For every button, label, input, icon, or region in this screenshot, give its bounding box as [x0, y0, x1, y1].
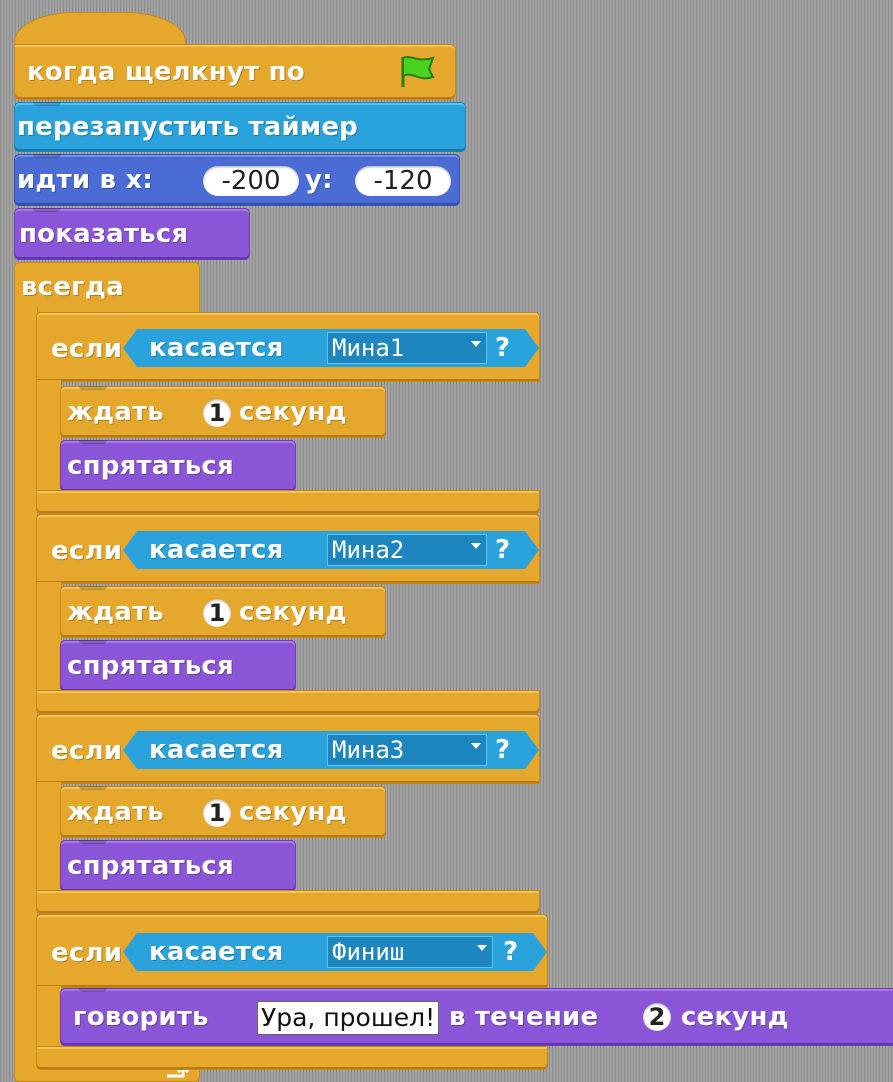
show-label: показаться: [19, 219, 189, 249]
x-value-input[interactable]: -200: [203, 166, 299, 196]
wait-unit-label: секунд: [239, 397, 347, 427]
if-block-arm: [36, 582, 62, 694]
if-block-bottom: [36, 490, 540, 514]
hide-label: спрятаться: [67, 851, 234, 881]
go-to-xy-block[interactable]: идти в x: -200 -120 y: -120: [14, 154, 460, 206]
forever-block-arm: [14, 306, 38, 1072]
question-mark: ?: [495, 535, 511, 565]
if-block-arm: [36, 380, 62, 492]
wait-unit-label: секунд: [239, 797, 347, 827]
wait-seconds-input[interactable]: 1: [203, 799, 231, 827]
question-mark: ?: [503, 937, 519, 967]
if-label: если: [51, 938, 123, 968]
if-block-top[interactable]: если касается Мина2 ?: [36, 514, 540, 584]
if-label: если: [51, 536, 123, 566]
wait-block[interactable]: ждать 1 секунд: [60, 586, 386, 638]
touching-target-value: Мина1: [332, 334, 405, 362]
if-finish-block-bottom: [36, 1046, 548, 1070]
green-flag-icon: [401, 56, 435, 87]
touching-target-dropdown[interactable]: Мина1: [327, 332, 487, 364]
hide-block[interactable]: спрятаться: [60, 440, 296, 492]
reset-timer-label: перезапустить таймер: [17, 112, 358, 142]
dropdown-arrow-icon: [477, 945, 487, 951]
show-block[interactable]: показаться: [14, 208, 250, 260]
touching-target-dropdown[interactable]: Финиш: [327, 936, 493, 968]
hide-label: спрятаться: [67, 651, 234, 681]
dropdown-arrow-icon: [471, 743, 481, 749]
when-flag-clicked-block[interactable]: когда щелкнут по: [14, 44, 456, 100]
y-label: y:: [305, 165, 333, 195]
reset-timer-block[interactable]: перезапустить таймер: [14, 102, 466, 152]
touching-label: касается: [149, 535, 284, 565]
if-block-bottom: [36, 890, 540, 914]
say-text-input[interactable]: Ура, прошел!: [257, 1001, 440, 1035]
dropdown-arrow-icon: [471, 341, 481, 347]
touching-target-value: Финиш: [332, 938, 405, 966]
touching-target-value: Мина2: [332, 536, 405, 564]
wait-block[interactable]: ждать 1 секунд: [60, 386, 386, 438]
if-block-bottom: [36, 690, 540, 714]
question-mark: ?: [495, 333, 511, 363]
wait-seconds-input[interactable]: 1: [203, 399, 231, 427]
touching-target-dropdown[interactable]: Мина2: [327, 534, 487, 566]
when-flag-clicked-label: когда щелкнут по: [27, 57, 305, 87]
hide-block[interactable]: спрятаться: [60, 840, 296, 892]
say-label: говорить: [73, 1002, 209, 1032]
wait-unit-label: секунд: [239, 597, 347, 627]
wait-label: ждать: [67, 397, 164, 427]
question-mark: ?: [495, 735, 511, 765]
y-value-input[interactable]: -120: [355, 166, 451, 196]
wait-block[interactable]: ждать 1 секунд: [60, 786, 386, 838]
touching-label: касается: [149, 937, 284, 967]
if-finish-block-arm: [36, 986, 62, 1048]
say-for-secs-block[interactable]: говорить Ура, прошел! в течение 2 секунд: [60, 988, 893, 1046]
during-label: в течение: [449, 1002, 599, 1032]
if-block-arm: [36, 782, 62, 894]
hide-block[interactable]: спрятаться: [60, 640, 296, 692]
if-label: если: [51, 334, 123, 364]
forever-label: всегда: [21, 272, 124, 302]
touching-label: касается: [149, 735, 284, 765]
dropdown-arrow-icon: [471, 543, 481, 549]
wait-label: ждать: [67, 597, 164, 627]
go-to-x-label: идти в x:: [17, 165, 154, 195]
wait-label: ждать: [67, 797, 164, 827]
if-label: если: [51, 736, 123, 766]
touching-label: касается: [149, 333, 284, 363]
if-block-top[interactable]: если касается Мина3 ?: [36, 714, 540, 784]
touching-target-dropdown[interactable]: Мина3: [327, 734, 487, 766]
if-block-top[interactable]: если касается Мина1 ?: [36, 312, 540, 382]
hide-label: спрятаться: [67, 451, 234, 481]
say-seconds-input[interactable]: 2: [643, 1003, 671, 1031]
forever-block-top[interactable]: всегда: [14, 262, 200, 312]
say-unit-label: секунд: [681, 1002, 789, 1032]
wait-seconds-input[interactable]: 1: [203, 599, 231, 627]
touching-target-value: Мина3: [332, 736, 405, 764]
if-finish-block-top[interactable]: если касается Финиш ?: [36, 914, 548, 988]
